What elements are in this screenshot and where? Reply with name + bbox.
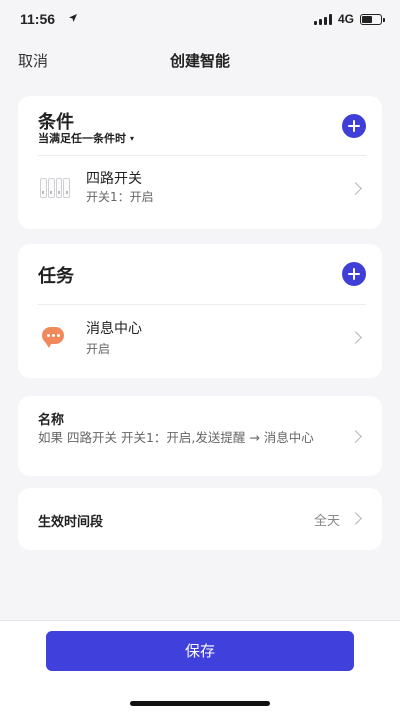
task-item-subtitle: 开启	[86, 342, 111, 356]
name-value: 如果 四路开关 开关1：开启,发送提醒 → 消息中心	[38, 430, 314, 445]
condition-mode-label: 当满足任一条件时	[38, 132, 126, 145]
schedule-value: 全天	[313, 514, 340, 529]
tasks-title: 任务	[38, 266, 74, 287]
schedule-label: 生效时间段	[38, 515, 104, 530]
task-item[interactable]: 消息中心 开启	[18, 305, 382, 371]
page-title: 创建智能	[169, 52, 230, 70]
battery-icon	[360, 13, 385, 25]
condition-item-title: 四路开关	[86, 171, 142, 187]
status-indicators: 4G	[313, 12, 385, 26]
name-card[interactable]: 名称 如果 四路开关 开关1：开启,发送提醒 → 消息中心	[18, 396, 382, 476]
add-task-button[interactable]	[342, 262, 366, 286]
condition-item[interactable]: 四路开关 开关1：开启	[18, 156, 382, 216]
name-label: 名称	[38, 413, 65, 428]
bottom-bar: 保存	[0, 620, 400, 712]
conditions-card: 条件 当满足任一条件时 ▾ 四路开关 开关1：开启	[18, 96, 382, 229]
status-bar: 11:56 4G	[0, 0, 400, 40]
chevron-right-icon	[349, 512, 362, 525]
tasks-card: 任务 消息中心 开启	[18, 244, 382, 378]
chevron-right-icon	[349, 331, 362, 344]
add-condition-button[interactable]	[342, 114, 366, 138]
nav-bar: 取消 创建智能	[0, 40, 400, 80]
condition-mode-selector[interactable]: 当满足任一条件时 ▾	[38, 130, 134, 146]
save-button[interactable]: 保存	[46, 631, 354, 671]
four-gang-switch-icon	[40, 178, 70, 198]
status-time: 11:56	[20, 11, 56, 27]
chevron-right-icon	[349, 182, 362, 195]
message-bubble-icon	[42, 327, 64, 348]
schedule-card[interactable]: 生效时间段 全天	[18, 488, 382, 550]
signal-icon	[313, 13, 332, 25]
network-type: 4G	[337, 12, 354, 26]
location-arrow-icon	[69, 14, 77, 22]
chevron-right-icon	[349, 430, 362, 443]
home-indicator	[130, 701, 270, 706]
task-item-title: 消息中心	[86, 321, 142, 337]
condition-item-subtitle: 开关1：开启	[86, 190, 154, 204]
caret-down-icon: ▾	[130, 133, 135, 143]
